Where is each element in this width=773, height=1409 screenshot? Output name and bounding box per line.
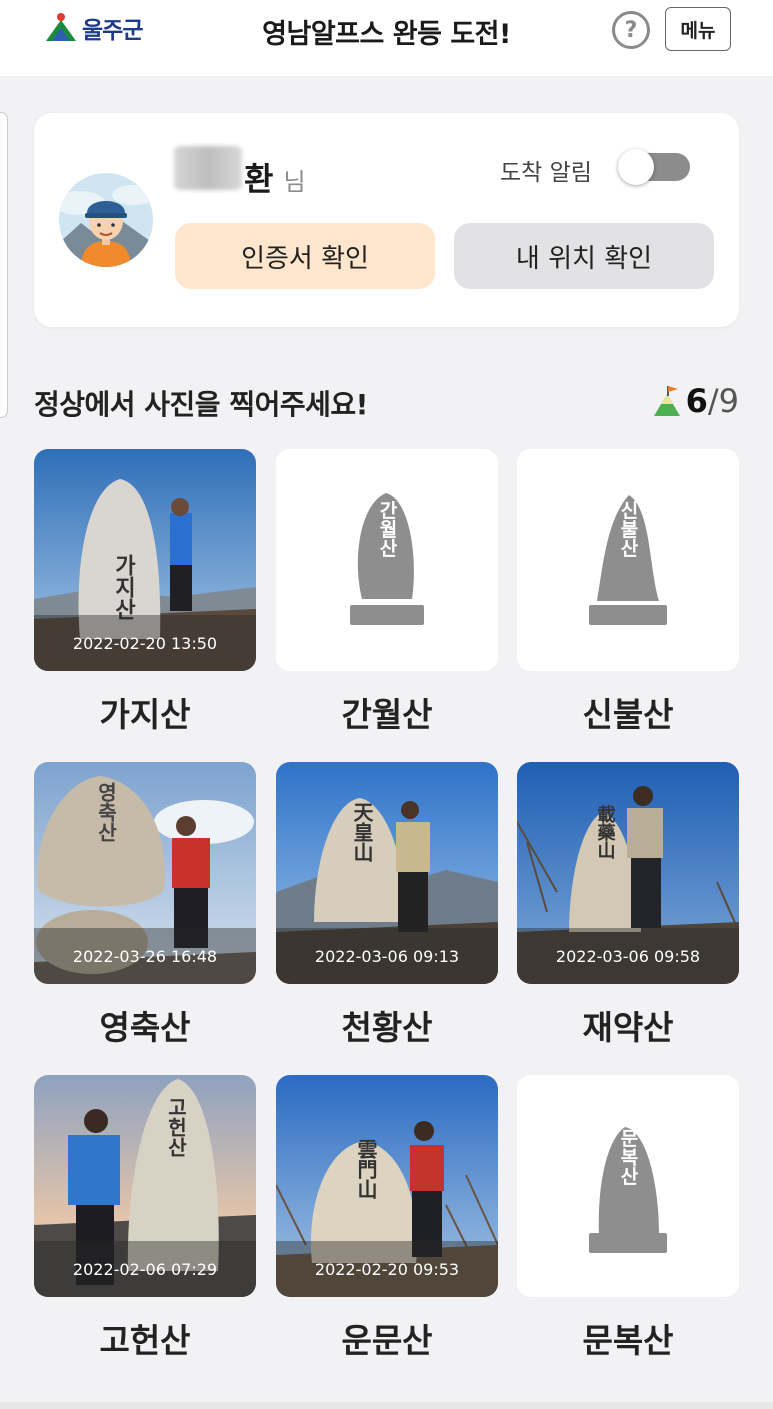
my-location-button[interactable]: 내 위치 확인 xyxy=(454,223,714,289)
summit-stone-silhouette-icon: 신불산 xyxy=(517,449,739,671)
stone-inscription: 영축산 xyxy=(94,782,118,842)
avatar xyxy=(59,173,153,267)
summit-stone-silhouette-icon: 간월산 xyxy=(276,449,498,671)
mountain-name: 간월산 xyxy=(341,695,433,734)
stone-inscription: 간월산 xyxy=(376,500,398,557)
toggle-knob xyxy=(618,149,654,185)
stone-inscription: 고헌산 xyxy=(164,1097,188,1157)
mountain-name: 문복산 xyxy=(582,1321,674,1360)
stone-inscription: 문복산 xyxy=(617,1129,639,1186)
mountain-name: 운문산 xyxy=(341,1321,433,1360)
arrival-alert-toggle[interactable] xyxy=(618,149,690,185)
app-header: 울주군 영남알프스 완등 도전! ? 메뉴 xyxy=(0,0,773,76)
menu-button[interactable]: 메뉴 xyxy=(665,7,731,51)
arrival-alert-label: 도착 알림 xyxy=(500,160,592,186)
mountain-tile-munboksan[interactable]: 문복산 xyxy=(517,1075,739,1297)
photo-timestamp: 2022-02-06 07:29 xyxy=(34,1241,256,1297)
stone-inscription: 天皇山 xyxy=(350,802,374,862)
mountain-tile-cheonhwangsan[interactable]: 天皇山 2022-03-06 09:13 xyxy=(276,762,498,984)
stone-inscription: 載藥山 xyxy=(595,804,617,860)
mountain-tile-unmunsan[interactable]: 雲門山 2022-02-20 09:53 xyxy=(276,1075,498,1297)
photo-timestamp: 2022-03-06 09:13 xyxy=(276,928,498,984)
photo-timestamp: 2022-02-20 13:50 xyxy=(34,615,256,671)
user-name-text: 환 xyxy=(244,160,274,198)
mountain-tile-sinbulsan[interactable]: 신불산 xyxy=(517,449,739,671)
question-icon: ? xyxy=(624,17,638,43)
certificate-button[interactable]: 인증서 확인 xyxy=(175,223,435,289)
mountain-name: 신불산 xyxy=(582,695,674,734)
mountain-tile-yeongchuksan[interactable]: 영축산 2022-03-26 16:48 xyxy=(34,762,256,984)
stone-inscription: 가지산 xyxy=(111,554,136,620)
user-name: 환 님 xyxy=(174,146,306,200)
mountain-name: 고헌산 xyxy=(99,1321,191,1360)
completion-progress: 6 / 9 xyxy=(653,382,739,420)
total-count: 9 xyxy=(718,382,739,420)
blurred-name xyxy=(174,146,242,190)
mountain-tile-goheonsan[interactable]: 고헌산 2022-02-06 07:29 xyxy=(34,1075,256,1297)
mountain-tile-jaeyaksan[interactable]: 載藥山 2022-03-06 09:58 xyxy=(517,762,739,984)
stone-inscription: 신불산 xyxy=(617,500,639,557)
photo-timestamp: 2022-02-20 09:53 xyxy=(276,1241,498,1297)
mountain-name: 천황산 xyxy=(341,1008,433,1047)
mountain-tile-gajisan[interactable]: 가지산 2022-02-20 13:50 xyxy=(34,449,256,671)
mountain-name: 영축산 xyxy=(99,1008,191,1047)
progress-separator: / xyxy=(707,382,719,420)
honorific: 님 xyxy=(283,168,306,196)
photo-timestamp: 2022-03-26 16:48 xyxy=(34,928,256,984)
summit-stone-silhouette-icon: 문복산 xyxy=(517,1075,739,1297)
completed-count: 6 xyxy=(685,382,708,420)
stone-inscription: 雲門山 xyxy=(354,1139,378,1199)
mountain-tile-ganwolsan[interactable]: 간월산 xyxy=(276,449,498,671)
photo-timestamp: 2022-03-06 09:58 xyxy=(517,928,739,984)
page-title: 영남알프스 완등 도전! xyxy=(262,19,511,50)
bottom-divider xyxy=(0,1402,773,1409)
profile-card: 환 님 도착 알림 인증서 확인 내 위치 확인 xyxy=(34,113,739,327)
side-drawer-edge[interactable] xyxy=(0,112,8,418)
mountain-name: 재약산 xyxy=(582,1008,674,1047)
section-title: 정상에서 사진을 찍어주세요! xyxy=(34,388,368,421)
mountain-name: 가지산 xyxy=(99,695,191,734)
summit-flag-icon xyxy=(653,386,680,416)
help-button[interactable]: ? xyxy=(612,11,650,49)
